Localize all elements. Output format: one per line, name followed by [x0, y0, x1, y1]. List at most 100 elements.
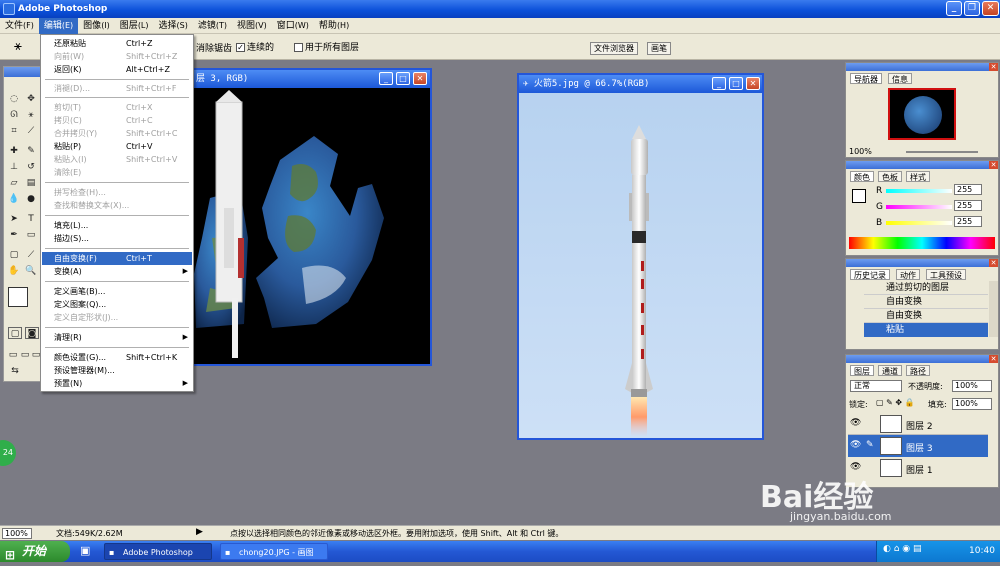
- menu-item-define-pattern[interactable]: 定义图案(Q)...: [42, 298, 192, 311]
- doc-minimize-button[interactable]: _: [712, 77, 726, 90]
- doc-close-button[interactable]: ✕: [746, 77, 760, 90]
- history-item-active[interactable]: 粘贴: [864, 323, 988, 337]
- green-slider[interactable]: [886, 205, 952, 209]
- eye-icon[interactable]: 👁: [850, 462, 861, 472]
- history-item[interactable]: 通过剪切的图层: [864, 281, 988, 295]
- zoom-tool-icon[interactable]: 🔍: [24, 265, 38, 277]
- tab-tool-presets[interactable]: 工具预设: [926, 269, 966, 280]
- tab-styles[interactable]: 样式: [906, 171, 930, 182]
- close-button[interactable]: ✕: [982, 1, 999, 16]
- tab-swatches[interactable]: 色板: [878, 171, 902, 182]
- menu-item-undo-paste[interactable]: 还原粘贴 Ctrl+Z: [42, 37, 192, 50]
- tab-actions[interactable]: 动作: [896, 269, 920, 280]
- history-item[interactable]: 自由变换: [864, 309, 988, 323]
- fill-input[interactable]: 100%: [952, 398, 992, 410]
- status-doc-size[interactable]: 文档:549K/2.62M: [56, 528, 123, 539]
- navigator-thumbnail[interactable]: [888, 88, 956, 140]
- stamp-tool-icon[interactable]: ⊥: [7, 161, 21, 173]
- marquee-tool-icon[interactable]: ◌: [7, 93, 21, 105]
- menu-file[interactable]: 文件(F): [0, 18, 39, 34]
- menu-item-preset-manager[interactable]: 预设管理器(M)...: [42, 364, 192, 377]
- pen-tool-icon[interactable]: ✒: [7, 229, 21, 241]
- blend-mode-select[interactable]: 正常: [850, 380, 902, 392]
- history-item[interactable]: 自由变换: [864, 295, 988, 309]
- menu-item-clear[interactable]: 清除(E): [42, 166, 192, 179]
- blue-value[interactable]: 255: [954, 216, 982, 227]
- healing-brush-icon[interactable]: ✚: [7, 145, 21, 157]
- menu-item-paste-into[interactable]: 粘贴入(I) Shift+Ctrl+V: [42, 153, 192, 166]
- menu-image[interactable]: 图像(I): [78, 18, 115, 34]
- eye-icon[interactable]: 👁: [850, 440, 861, 450]
- eyedropper-icon[interactable]: ⟋: [24, 249, 38, 261]
- tab-history[interactable]: 历史记录: [850, 269, 890, 280]
- history-scrollbar[interactable]: [989, 281, 998, 337]
- red-slider[interactable]: [886, 189, 952, 193]
- gradient-tool-icon[interactable]: ▤: [24, 177, 38, 189]
- green-value[interactable]: 255: [954, 200, 982, 211]
- all-layers-checkbox[interactable]: 用于所有图层: [294, 40, 359, 53]
- menu-item-define-brush[interactable]: 定义画笔(B)...: [42, 285, 192, 298]
- tab-layers[interactable]: 图层: [850, 365, 874, 376]
- tray-icons[interactable]: ◐ ⌂ ◉ ▤: [883, 544, 922, 554]
- menu-item-preferences[interactable]: 预置(N) ▶: [42, 377, 192, 390]
- quicklaunch-icon[interactable]: ▣: [80, 544, 90, 557]
- menu-item-color-settings[interactable]: 颜色设置(G)... Shift+Ctrl+K: [42, 351, 192, 364]
- red-value[interactable]: 255: [954, 184, 982, 195]
- rocket-canvas[interactable]: [519, 93, 762, 438]
- menu-item-define-custom-shape[interactable]: 定义自定形状(J)...: [42, 311, 192, 324]
- history-brush-icon[interactable]: ↺: [24, 161, 38, 173]
- menu-item-free-transform[interactable]: 自由变换(F) Ctrl+T: [42, 252, 192, 265]
- blur-tool-icon[interactable]: 💧: [7, 193, 21, 205]
- menu-item-fill[interactable]: 填充(L)...: [42, 219, 192, 232]
- notes-tool-icon[interactable]: ▢: [7, 249, 21, 261]
- badge[interactable]: 24: [0, 440, 16, 466]
- menu-item-step-backward[interactable]: 返回(K) Alt+Ctrl+Z: [42, 63, 192, 76]
- tab-channels[interactable]: 通道: [878, 365, 902, 376]
- doc-minimize-button[interactable]: _: [379, 72, 393, 85]
- palette-close-icon[interactable]: ✕: [989, 161, 998, 169]
- palette-close-icon[interactable]: ✕: [989, 259, 998, 267]
- menu-item-stroke[interactable]: 描边(S)...: [42, 232, 192, 245]
- layer-row[interactable]: 👁 图层 2: [848, 413, 988, 435]
- path-select-icon[interactable]: ➤: [7, 213, 21, 225]
- menu-item-find-replace[interactable]: 查找和替换文本(X)...: [42, 199, 192, 212]
- navigator-zoom-slider[interactable]: [906, 151, 978, 153]
- minimize-button[interactable]: _: [946, 1, 962, 16]
- menu-filter[interactable]: 滤镜(T): [193, 18, 232, 34]
- quickmask-mode-icon[interactable]: ◙: [25, 327, 39, 339]
- crop-tool-icon[interactable]: ⌗: [7, 125, 21, 137]
- lasso-tool-icon[interactable]: ᘏ: [7, 109, 21, 121]
- type-tool-icon[interactable]: T: [24, 213, 38, 225]
- eraser-tool-icon[interactable]: ▱: [7, 177, 21, 189]
- opacity-input[interactable]: 100%: [952, 380, 992, 392]
- status-zoom[interactable]: 100%: [2, 528, 32, 539]
- menu-item-copy-merged[interactable]: 合并拷贝(Y) Shift+Ctrl+C: [42, 127, 192, 140]
- menu-window[interactable]: 窗口(W): [272, 18, 314, 34]
- taskbar-photoshop[interactable]: ▪ Adobe Photoshop: [104, 543, 212, 560]
- brush-tool-icon[interactable]: ✎: [24, 145, 38, 157]
- tab-color[interactable]: 颜色: [850, 171, 874, 182]
- brushes-tab[interactable]: 画笔: [647, 42, 671, 55]
- magic-wand-icon[interactable]: ⚹: [14, 39, 22, 54]
- navigator-zoom[interactable]: 100%: [849, 147, 872, 156]
- doc-close-button[interactable]: ✕: [413, 72, 427, 85]
- magic-wand-tool-icon[interactable]: ⚹: [24, 109, 38, 121]
- color-ramp[interactable]: [849, 237, 995, 249]
- menu-item-cut[interactable]: 剪切(T) Ctrl+X: [42, 101, 192, 114]
- contiguous-checkbox[interactable]: ✓ 连续的: [236, 40, 274, 53]
- color-foreground-swatch[interactable]: [852, 189, 866, 203]
- lock-icons[interactable]: ▢ ✎ ✥ 🔒: [876, 398, 915, 407]
- menu-item-fade[interactable]: 消褪(D)... Shift+Ctrl+F: [42, 82, 192, 95]
- dodge-tool-icon[interactable]: ●: [24, 193, 38, 205]
- menu-item-purge[interactable]: 清理(R) ▶: [42, 331, 192, 344]
- tab-info[interactable]: 信息: [888, 73, 912, 84]
- start-button[interactable]: ⊞ 开始: [0, 541, 70, 562]
- menu-item-paste[interactable]: 粘贴(P) Ctrl+V: [42, 140, 192, 153]
- status-arrow-icon[interactable]: ▶: [196, 527, 203, 537]
- menu-help[interactable]: 帮助(H): [314, 18, 354, 34]
- palette-close-icon[interactable]: ✕: [989, 355, 998, 363]
- menu-item-transform[interactable]: 变换(A) ▶: [42, 265, 192, 278]
- move-tool-icon[interactable]: ✥: [24, 93, 38, 105]
- shape-tool-icon[interactable]: ▭: [24, 229, 38, 241]
- foreground-color-swatch[interactable]: [8, 287, 28, 307]
